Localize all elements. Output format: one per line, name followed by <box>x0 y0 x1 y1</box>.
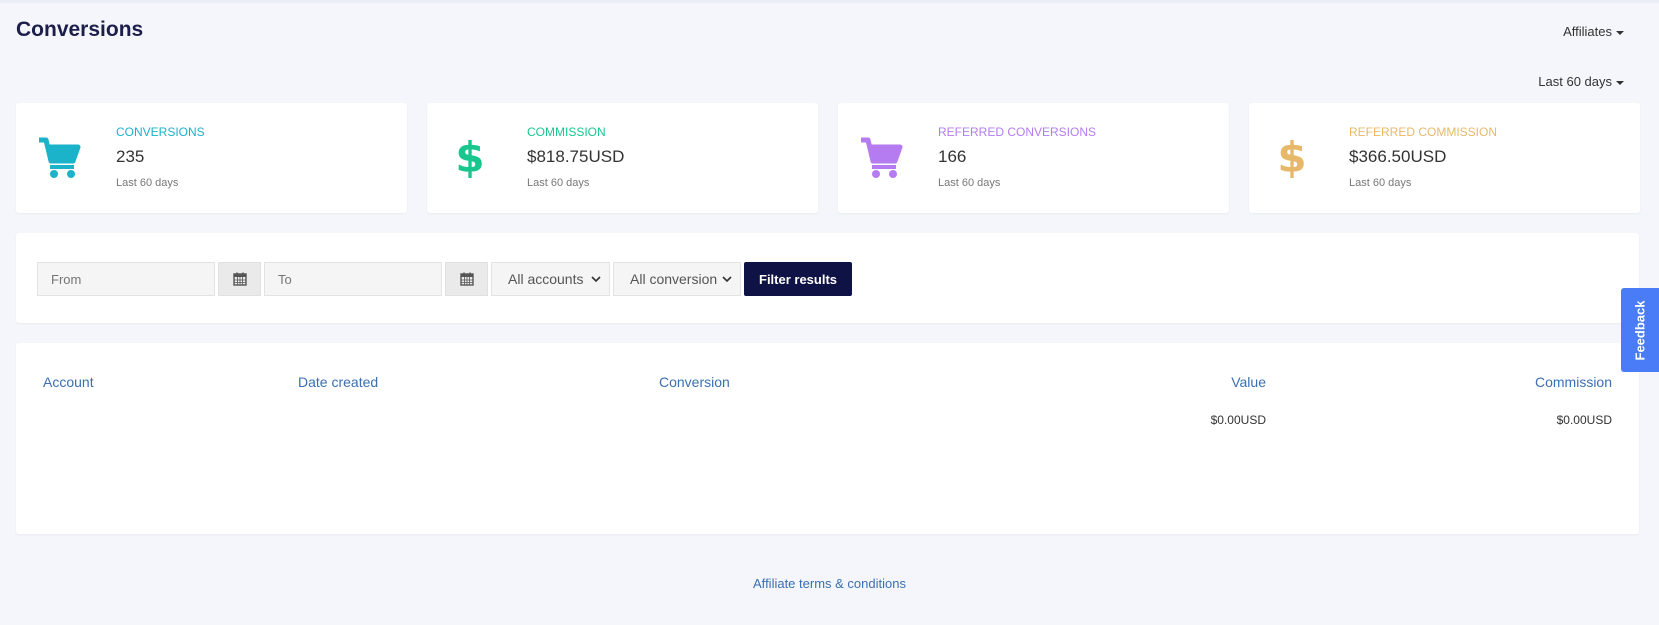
stat-period: Last 60 days <box>938 177 1001 189</box>
stat-card-commission: $ COMMISSION $818.75USD Last 60 days <box>427 103 818 213</box>
stat-value: $818.75USD <box>527 147 625 166</box>
dollar-icon: $ <box>1277 133 1307 182</box>
period-dropdown-label: Last 60 days <box>1538 74 1612 89</box>
chevron-down-icon <box>591 276 601 283</box>
stat-card-conversions: CONVERSIONS 235 Last 60 days <box>16 103 407 213</box>
cart-icon <box>858 135 904 181</box>
column-header-commission[interactable]: Commission <box>1535 374 1612 390</box>
conversions-table: Account Date created Conversion Value Co… <box>16 343 1639 534</box>
feedback-label: Feedback <box>1632 300 1648 360</box>
top-border <box>0 0 1659 3</box>
calendar-icon <box>459 272 474 286</box>
accounts-select-value: All accounts <box>508 271 584 287</box>
caret-down-icon <box>1616 80 1624 85</box>
feedback-tab[interactable]: Feedback <box>1621 288 1659 372</box>
stat-label: REFERRED CONVERSIONS <box>938 125 1097 139</box>
from-date-input[interactable] <box>37 262 215 296</box>
filter-panel: All accounts All conversion Filter resul… <box>16 233 1639 323</box>
column-header-value[interactable]: Value <box>1231 374 1266 390</box>
stat-period: Last 60 days <box>527 177 590 189</box>
dollar-icon: $ <box>455 133 485 182</box>
stat-label: CONVERSIONS <box>116 125 205 139</box>
affiliates-dropdown-label: Affiliates <box>1563 24 1612 39</box>
stat-card-referred-commission: $ REFERRED COMMISSION $366.50USD Last 60… <box>1249 103 1640 213</box>
stat-period: Last 60 days <box>116 177 179 189</box>
period-dropdown[interactable]: Last 60 days <box>1538 74 1624 89</box>
caret-down-icon <box>1616 30 1624 35</box>
column-header-conversion[interactable]: Conversion <box>659 374 730 390</box>
stat-value: 166 <box>938 147 967 166</box>
cell-value: $0.00USD <box>1210 413 1266 427</box>
stat-card-referred-conversions: REFERRED CONVERSIONS 166 Last 60 days <box>838 103 1229 213</box>
calendar-icon <box>232 272 247 286</box>
accounts-select[interactable]: All accounts <box>491 262 610 296</box>
stat-period: Last 60 days <box>1349 177 1412 189</box>
column-header-account[interactable]: Account <box>43 374 94 390</box>
stat-value: $366.50USD <box>1349 147 1447 166</box>
filter-results-button[interactable]: Filter results <box>744 262 853 296</box>
conversion-select-value: All conversion <box>630 271 718 287</box>
conversion-select[interactable]: All conversion <box>613 262 741 296</box>
page-title: Conversions <box>16 18 144 41</box>
affiliate-terms-link[interactable]: Affiliate terms & conditions <box>0 576 1659 591</box>
from-calendar-button[interactable] <box>218 262 261 296</box>
affiliates-dropdown[interactable]: Affiliates <box>1563 24 1624 39</box>
to-date-input[interactable] <box>264 262 442 296</box>
column-header-date-created[interactable]: Date created <box>298 374 378 390</box>
chevron-down-icon <box>722 276 732 283</box>
stat-value: 235 <box>116 147 145 166</box>
cell-commission: $0.00USD <box>1556 413 1612 427</box>
cart-icon <box>36 135 82 181</box>
filter-row: All accounts All conversion Filter resul… <box>37 262 853 296</box>
to-calendar-button[interactable] <box>445 262 488 296</box>
stats-row: CONVERSIONS 235 Last 60 days $ COMMISSIO… <box>16 103 1640 213</box>
stat-label: COMMISSION <box>527 125 606 139</box>
stat-label: REFERRED COMMISSION <box>1349 125 1498 139</box>
